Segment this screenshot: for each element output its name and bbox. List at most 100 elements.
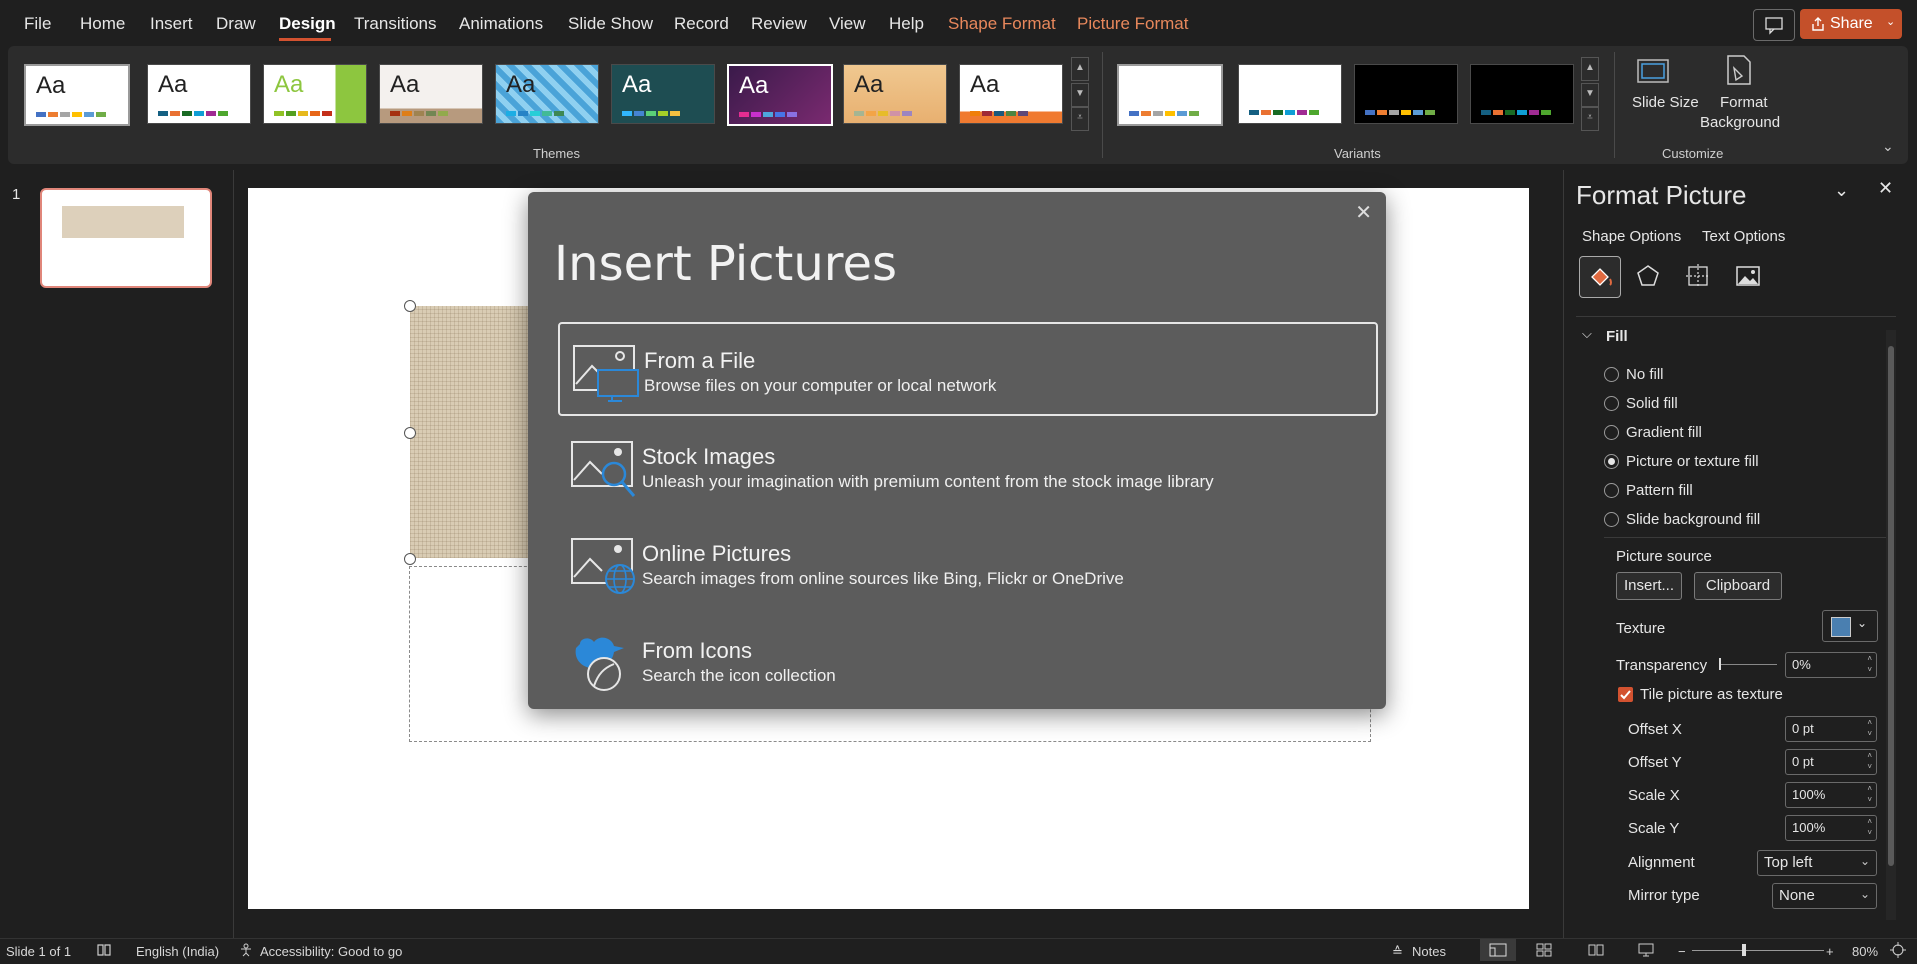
ribbon-divider	[1614, 52, 1615, 158]
resize-handle[interactable]	[404, 427, 416, 439]
zoom-out-icon[interactable]: −	[1678, 944, 1686, 959]
scale-x-input[interactable]: 100% ˄ ˅	[1785, 782, 1877, 808]
active-tab-indicator	[279, 38, 331, 41]
transparency-slider[interactable]	[1719, 664, 1777, 665]
theme-office[interactable]: Aa	[24, 64, 130, 126]
menu-picture-format[interactable]: Picture Format	[1077, 14, 1188, 34]
slide-size-icon	[1637, 59, 1669, 83]
zoom-in-icon[interactable]: +	[1826, 944, 1834, 959]
option-from-icons[interactable]: From Icons Search the icon collection	[558, 614, 1378, 708]
accessibility-icon[interactable]	[238, 943, 254, 957]
menu-transitions[interactable]: Transitions	[354, 14, 437, 34]
slide-size-button[interactable]: Slide Size	[1624, 52, 1699, 136]
theme-warm[interactable]: Aa	[843, 64, 947, 124]
effects-tab[interactable]	[1628, 256, 1668, 296]
mirror-type-dropdown[interactable]: None ⌄	[1772, 883, 1877, 909]
close-icon[interactable]: ✕	[1355, 200, 1372, 225]
fill-line-tab[interactable]	[1579, 256, 1621, 298]
menu-shape-format[interactable]: Shape Format	[948, 14, 1056, 34]
themes-scroll-down-button[interactable]: ▼	[1071, 83, 1089, 107]
scale-y-input[interactable]: 100% ˄ ˅	[1785, 815, 1877, 841]
mirror-type-label: Mirror type	[1628, 887, 1700, 904]
tab-shape-options[interactable]: Shape Options	[1582, 228, 1681, 245]
themes-more-button[interactable]: ⩡	[1071, 107, 1089, 131]
variant-3[interactable]	[1354, 64, 1458, 124]
variant-4[interactable]	[1470, 64, 1574, 124]
slide-sorter-icon[interactable]	[1536, 943, 1552, 957]
paint-bucket-icon	[1591, 268, 1612, 286]
resize-handle[interactable]	[404, 553, 416, 565]
menu-help[interactable]: Help	[889, 14, 924, 34]
transparency-slider-thumb[interactable]	[1719, 658, 1721, 670]
fill-section-header[interactable]: Fill	[1606, 328, 1628, 345]
clipboard-button[interactable]: Clipboard	[1694, 572, 1782, 600]
tab-text-options[interactable]: Text Options	[1702, 228, 1785, 245]
fit-to-window-icon[interactable]	[1890, 942, 1906, 958]
option-stock-images[interactable]: Stock Images Unleash your imagination wi…	[558, 420, 1378, 514]
ribbon-collapse-icon[interactable]: ⌄	[1882, 138, 1894, 155]
scrollbar-thumb[interactable]	[1888, 346, 1894, 866]
close-icon[interactable]: ✕	[1878, 178, 1893, 199]
offset-x-input[interactable]: 0 pt ˄ ˅	[1785, 716, 1877, 742]
menu-animations[interactable]: Animations	[459, 14, 543, 34]
offset-x-label: Offset X	[1628, 721, 1682, 738]
option-description: Search the icon collection	[642, 666, 836, 685]
transparency-label: Transparency	[1616, 657, 1708, 674]
texture-picker[interactable]: ⌄	[1822, 610, 1878, 642]
transparency-input[interactable]: 0% ˄ ˅	[1785, 652, 1877, 678]
variant-2[interactable]	[1238, 64, 1342, 124]
normal-view-button[interactable]	[1480, 939, 1516, 961]
language-indicator[interactable]: English (India)	[136, 944, 219, 959]
texture-label: Texture	[1616, 620, 1666, 637]
pane-scrollbar[interactable]	[1886, 330, 1896, 920]
comments-button[interactable]	[1753, 9, 1795, 41]
variants-more-button[interactable]: ⩡	[1581, 107, 1599, 131]
resize-handle[interactable]	[404, 300, 416, 312]
insert-picture-button[interactable]: Insert...	[1616, 572, 1682, 600]
theme-ion[interactable]: Aa	[379, 64, 483, 124]
alignment-dropdown[interactable]: Top left ⌄	[1757, 850, 1877, 876]
theme-orange-band[interactable]: Aa	[959, 64, 1063, 124]
menu-file[interactable]: File	[24, 14, 51, 34]
accessibility-status[interactable]: Accessibility: Good to go	[260, 944, 402, 959]
menu-record[interactable]: Record	[674, 14, 729, 34]
tile-checkbox[interactable]	[1618, 687, 1633, 702]
zoom-slider[interactable]	[1692, 950, 1824, 951]
chevron-down-icon[interactable]: ⌄	[1886, 15, 1895, 28]
theme-purple[interactable]: Aa	[727, 64, 833, 126]
menu-draw[interactable]: Draw	[216, 14, 256, 34]
reading-view-icon[interactable]	[1588, 943, 1604, 957]
variants-scroll-up-button[interactable]: ▲	[1581, 57, 1599, 81]
theme-aa: Aa	[506, 71, 536, 98]
spelling-icon[interactable]	[96, 943, 112, 957]
menu-insert[interactable]: Insert	[150, 14, 193, 34]
chevron-down-icon: ⌄	[1857, 616, 1868, 630]
menu-home[interactable]: Home	[80, 14, 125, 34]
theme-office-2[interactable]: Aa	[147, 64, 251, 124]
variants-scroll-down-button[interactable]: ▼	[1581, 83, 1599, 107]
format-background-button[interactable]: Format Background	[1690, 52, 1790, 136]
slideshow-icon[interactable]	[1638, 943, 1654, 957]
variant-1[interactable]	[1117, 64, 1223, 126]
zoom-slider-thumb[interactable]	[1742, 944, 1746, 956]
chevron-down-icon[interactable]: ⌵	[1582, 326, 1592, 342]
theme-facet[interactable]: Aa	[263, 64, 367, 124]
theme-dark-teal[interactable]: Aa	[611, 64, 715, 124]
menu-view[interactable]: View	[829, 14, 866, 34]
share-button[interactable]: Share ⌄	[1800, 9, 1902, 39]
option-from-file[interactable]: From a File Browse files on your compute…	[558, 322, 1378, 416]
picture-tab[interactable]	[1728, 256, 1768, 296]
theme-pattern[interactable]: Aa	[495, 64, 599, 124]
zoom-level[interactable]: 80%	[1852, 944, 1878, 959]
chevron-down-icon[interactable]: ⌄	[1834, 180, 1849, 201]
option-online-pictures[interactable]: Online Pictures Search images from onlin…	[558, 517, 1378, 611]
themes-scroll-up-button[interactable]: ▲	[1071, 57, 1089, 81]
notes-icon[interactable]: ≙	[1392, 944, 1403, 960]
size-properties-tab[interactable]	[1678, 256, 1718, 296]
slide-thumbnail[interactable]	[40, 188, 212, 288]
menu-design[interactable]: Design	[279, 14, 336, 34]
notes-button[interactable]: Notes	[1412, 944, 1446, 959]
offset-y-input[interactable]: 0 pt ˄ ˅	[1785, 749, 1877, 775]
menu-slide-show[interactable]: Slide Show	[568, 14, 653, 34]
menu-review[interactable]: Review	[751, 14, 807, 34]
